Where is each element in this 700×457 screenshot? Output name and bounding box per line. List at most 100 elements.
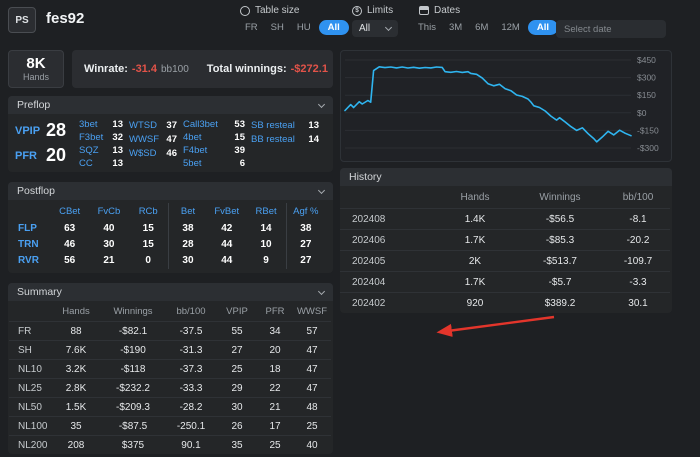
- postflop-corner: [16, 203, 50, 221]
- filter-pill-hu[interactable]: HU: [292, 20, 316, 35]
- table-size-pills: FR SH HU All: [240, 20, 349, 35]
- postflop-cell: 42: [221, 223, 233, 234]
- history-col-header: Winnings: [539, 192, 581, 203]
- summary-row-label: NL10: [9, 359, 51, 378]
- limits-selected-value: All: [359, 23, 371, 34]
- svg-text:$300: $300: [637, 73, 656, 83]
- summary-col-header: Winnings: [113, 306, 153, 317]
- summary-vpip: 27: [217, 340, 257, 359]
- postflop-cell: 27: [285, 237, 325, 253]
- summary-hands: 1.5K: [51, 397, 101, 416]
- history-hands: 1.7K: [436, 271, 514, 292]
- filter-pill-12m[interactable]: 12M: [496, 20, 524, 35]
- postflop-panel-header[interactable]: Postflop: [8, 182, 333, 200]
- postflop-cell: 40: [103, 223, 115, 234]
- summary-winnings: -$209.3: [101, 397, 165, 416]
- preflop-panel-header[interactable]: Preflop: [8, 96, 333, 114]
- preflop-stat: CC 13: [79, 157, 123, 169]
- vpip-stat: VPIP 28: [15, 120, 73, 141]
- filter-pill-all[interactable]: All: [527, 20, 558, 35]
- postflop-cell: 28: [167, 237, 207, 253]
- stat-value: 46: [166, 148, 177, 159]
- summary-col-header: PFR: [265, 306, 285, 317]
- filter-pill-fr[interactable]: FR: [240, 20, 263, 35]
- history-bb100: -3.3: [606, 271, 670, 292]
- history-table: Hands Winnings bb/100 202408 1.4K -$56.5 -8.1 2…: [340, 186, 672, 313]
- summary-panel-header[interactable]: Summary: [8, 283, 333, 301]
- stat-value: 37: [166, 120, 177, 131]
- summary-col-header: WWSF: [296, 306, 328, 317]
- stat-value: 6: [239, 157, 245, 169]
- stat-label: Call3bet: [183, 119, 218, 131]
- table-size-filter: Table size FR SH HU All: [240, 5, 349, 35]
- preflop-stat: Call3bet 53: [183, 119, 245, 131]
- total-winnings-value: -$272.1: [290, 63, 328, 75]
- history-bb100: -109.7: [606, 250, 670, 271]
- postflop-cell: 30: [103, 239, 115, 250]
- filter-pill-all[interactable]: All: [318, 20, 349, 35]
- chevron-down-icon[interactable]: [317, 186, 326, 194]
- history-month: 202408: [340, 208, 436, 229]
- postflop-cell: 27: [285, 253, 325, 269]
- filter-pill-this[interactable]: This: [413, 20, 441, 35]
- history-col-header: bb/100: [622, 192, 654, 203]
- summary-wwsf: 25: [293, 416, 331, 435]
- winnings-chart-panel: $450 $300 $150 $0 -$150 -$300: [340, 50, 672, 162]
- postflop-cell: 44: [221, 239, 233, 250]
- username: fes92: [46, 10, 85, 27]
- vpip-value: 28: [46, 120, 67, 140]
- history-winnings: $389.2: [514, 292, 606, 313]
- summary-wwsf: 48: [293, 397, 331, 416]
- preflop-stat: 4bet 15: [183, 132, 245, 144]
- stat-label: F3bet: [79, 132, 104, 144]
- app-logo-text: PS: [15, 14, 29, 26]
- preflop-panel: Preflop VPIP 28 PFR 20 3bet 13 F3bet 32 SQZ 1…: [8, 96, 333, 172]
- hands-label: Hands: [22, 72, 49, 82]
- filter-pill-3m[interactable]: 3M: [444, 20, 467, 35]
- postflop-cell: 63: [64, 223, 76, 234]
- history-hands: 2K: [436, 250, 514, 271]
- postflop-table: CBet FvCb RCb Bet FvBet RBet Agf % FLP 63 40 15 38 4…: [8, 200, 333, 269]
- postflop-col-header: CBet: [59, 206, 81, 217]
- summary-pfr: 18: [257, 359, 293, 378]
- preflop-stat: WWSF 47: [129, 133, 177, 146]
- history-hands: 920: [436, 292, 514, 313]
- limits-label-row: $ Limits: [352, 5, 398, 16]
- history-month: 202405: [340, 250, 436, 271]
- preflop-stat: W$SD 46: [129, 147, 177, 160]
- stat-label: WTSD: [129, 120, 157, 131]
- app-logo[interactable]: PS: [8, 7, 36, 33]
- summary-panel: Summary Hands Winnings bb/100 VPIP PFR WWSF FR…: [8, 283, 333, 454]
- filter-pill-sh[interactable]: SH: [266, 20, 289, 35]
- history-hands: 1.4K: [436, 208, 514, 229]
- filter-pill-6m[interactable]: 6M: [470, 20, 493, 35]
- limits-dropdown[interactable]: All: [352, 20, 398, 37]
- summary-row-label: SH: [9, 340, 51, 359]
- postflop-col-header: Bet: [167, 203, 207, 221]
- pfr-label: PFR: [15, 149, 37, 162]
- summary-row-label: NL50: [9, 397, 51, 416]
- summary-vpip: 26: [217, 416, 257, 435]
- preflop-stat-group: 3bet 13 F3bet 32 SQZ 13 CC 13: [79, 119, 123, 169]
- poker-stats-app: PS fes92 Table size FR SH HU All $ Limits A…: [0, 0, 700, 457]
- stat-value: 13: [112, 144, 123, 156]
- summary-hands: 88: [51, 321, 101, 340]
- summary-col-header: [9, 301, 51, 321]
- chevron-down-icon[interactable]: [317, 287, 326, 295]
- summary-row-label: NL100: [9, 416, 51, 435]
- stat-value: 53: [234, 119, 245, 131]
- winrate-bar: Winrate: -31.4 bb100 Total winnings: -$2…: [72, 50, 333, 88]
- summary-bb100: -250.1: [165, 416, 217, 435]
- preflop-stat: SB resteal 13: [251, 119, 319, 132]
- summary-wwsf: 57: [293, 321, 331, 340]
- postflop-cell: 9: [263, 255, 269, 266]
- select-date-input[interactable]: [556, 20, 666, 38]
- stat-label: F4bet: [183, 144, 208, 156]
- postflop-row-label: TRN: [18, 239, 39, 250]
- table-size-label: Table size: [255, 5, 300, 16]
- chevron-down-icon[interactable]: [317, 100, 326, 108]
- history-bb100: -8.1: [606, 208, 670, 229]
- vpip-label: VPIP: [15, 124, 41, 137]
- postflop-cell: 14: [260, 223, 272, 234]
- summary-winnings: -$82.1: [101, 321, 165, 340]
